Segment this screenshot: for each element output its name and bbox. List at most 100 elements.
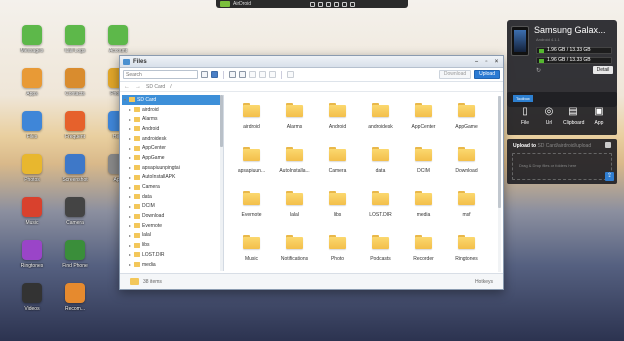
desktop-app-icon[interactable]: Screenshot [55, 154, 95, 183]
upload-target-path[interactable]: SD Card/airdroid/upload [537, 143, 591, 149]
expand-arrow-icon[interactable]: ▸ [129, 165, 132, 170]
expand-arrow-icon[interactable]: ▸ [129, 233, 132, 238]
tree-item[interactable]: ▸ Camera [122, 182, 223, 192]
folder-item[interactable]: DCIM [402, 144, 445, 188]
toolbox-item[interactable]: ▯ File [515, 107, 535, 127]
search-input[interactable] [123, 70, 198, 79]
folder-item[interactable]: Music [230, 232, 273, 276]
desktop-app-icon[interactable]: Photos [12, 154, 52, 183]
folder-item[interactable]: Photo [316, 232, 359, 276]
rename-icon[interactable] [269, 71, 276, 78]
expand-arrow-icon[interactable]: ▸ [129, 175, 132, 180]
hotkeys-link[interactable]: Hotkeys [475, 279, 493, 285]
download-button[interactable]: Download [438, 70, 472, 79]
phone-icon[interactable] [334, 1, 340, 7]
expand-arrow-icon[interactable]: ▸ [129, 214, 132, 219]
folder-item[interactable]: lalal [273, 188, 316, 232]
list-view-icon[interactable] [201, 71, 208, 78]
expand-arrow-icon[interactable]: ▸ [129, 146, 132, 151]
expand-arrow-icon[interactable]: ▸ [129, 194, 132, 199]
window-titlebar[interactable]: Files – ▫ × [120, 56, 503, 68]
folder-item[interactable]: apsapiuun... [230, 144, 273, 188]
tree-item[interactable]: ▸ LOST.DIR [122, 250, 223, 260]
tree-item[interactable]: ▸ AutoInstallAPK [122, 173, 223, 183]
toolbox-item[interactable]: ▣ App [589, 107, 609, 127]
desktop-app-icon[interactable]: Messages [12, 25, 52, 54]
detail-button[interactable]: Detail [593, 66, 613, 74]
settings-icon[interactable] [342, 1, 348, 7]
tree-item[interactable]: ▸ lalal [122, 231, 223, 241]
tree-item[interactable]: ▸ libs [122, 240, 223, 250]
folder-item[interactable]: Evernote [230, 188, 273, 232]
paste-icon[interactable] [259, 71, 266, 78]
drop-zone[interactable]: Drag & Drop files or folders here [512, 153, 612, 180]
desktop-app-icon[interactable]: Account [98, 25, 138, 54]
expand-arrow-icon[interactable]: ▸ [129, 126, 132, 131]
upload-file-icon[interactable]: ⇪ [605, 172, 614, 181]
folder-item[interactable]: Android [316, 100, 359, 144]
folder-item[interactable]: Notifications [273, 232, 316, 276]
folder-item[interactable]: LOST.DIR [359, 188, 402, 232]
tree-item[interactable]: ▸ androidesk [122, 134, 223, 144]
folder-item[interactable]: media [402, 188, 445, 232]
folder-item[interactable]: Ringtones [445, 232, 488, 276]
expand-arrow-icon[interactable]: ▸ [129, 136, 132, 141]
tree-item[interactable]: ▸ AppCenter [122, 143, 223, 153]
tree-item[interactable]: ▸ Evernote [122, 221, 223, 231]
list-icon[interactable] [318, 1, 324, 7]
breadcrumb-item[interactable]: SD Card [146, 84, 165, 90]
tree-root-sd-card[interactable]: ▾ SD Card [122, 95, 223, 105]
folder-item[interactable]: AppCenter [402, 100, 445, 144]
desktop-app-icon[interactable]: Camera [55, 197, 95, 226]
desktop-app-icon[interactable]: Apps [12, 68, 52, 97]
desktop-app-icon[interactable]: Contacts [55, 68, 95, 97]
desktop-app-icon[interactable]: Recom... [55, 283, 95, 312]
grid-scrollbar[interactable] [498, 96, 501, 272]
grid-view-icon[interactable] [211, 71, 218, 78]
folder-item[interactable]: libs [316, 188, 359, 232]
wifi-icon[interactable] [326, 1, 332, 7]
expand-arrow-icon[interactable]: ▸ [129, 155, 132, 160]
power-icon[interactable] [350, 1, 356, 7]
refresh-icon[interactable]: ↻ [536, 67, 541, 74]
folder-item[interactable]: data [359, 144, 402, 188]
expand-arrow-icon[interactable]: ▸ [129, 262, 132, 267]
desktop-app-icon[interactable]: Ringtones [12, 240, 52, 269]
back-arrow-icon[interactable]: ← [124, 84, 130, 90]
folder-item[interactable]: airdroid [230, 100, 273, 144]
folder-item[interactable]: Alarms [273, 100, 316, 144]
tree-item[interactable]: ▸ Alarms [122, 114, 223, 124]
expand-arrow-icon[interactable]: ▸ [129, 107, 132, 112]
new-folder-icon[interactable] [229, 71, 236, 78]
toolbox-item[interactable]: ▤ Clipboard [563, 107, 584, 127]
tree-item[interactable]: ▸ media [122, 260, 223, 270]
folder-item[interactable]: msf [445, 188, 488, 232]
desktop-app-icon[interactable]: Call Logs [55, 25, 95, 54]
expand-arrow-icon[interactable]: ▸ [129, 185, 132, 190]
copy-icon[interactable] [239, 71, 246, 78]
desktop-app-icon[interactable]: Music [12, 197, 52, 226]
minimize-icon[interactable]: – [473, 59, 480, 65]
folder-item[interactable]: Camera [316, 144, 359, 188]
maximize-icon[interactable]: ▫ [483, 59, 490, 65]
expand-arrow-icon[interactable]: ▾ [124, 97, 127, 102]
tree-item[interactable]: ▸ Download [122, 211, 223, 221]
folder-item[interactable]: AppGame [445, 100, 488, 144]
tree-item[interactable]: ▸ DCIM [122, 202, 223, 212]
tree-item[interactable]: ▸ airdroid [122, 105, 223, 115]
tree-item[interactable]: ▸msf [122, 269, 223, 271]
folder-item[interactable]: AutoInstalla... [273, 144, 316, 188]
tree-item[interactable]: ▸ AppGame [122, 153, 223, 163]
tree-item[interactable]: ▸ data [122, 192, 223, 202]
tree-scrollbar[interactable] [220, 95, 223, 271]
toolbox-item[interactable]: ◎ Url [539, 107, 559, 127]
folder-item[interactable]: Download [445, 144, 488, 188]
camera-icon[interactable] [605, 142, 611, 148]
folder-item[interactable]: Podcasts [359, 232, 402, 276]
grid-icon[interactable] [310, 1, 316, 7]
expand-arrow-icon[interactable]: ▸ [129, 204, 132, 209]
desktop-app-icon[interactable]: Files [12, 111, 52, 140]
delete-icon[interactable] [287, 71, 294, 78]
expand-arrow-icon[interactable]: ▸ [129, 252, 132, 257]
tree-item[interactable]: ▸ apsapiuunpingtai [122, 163, 223, 173]
